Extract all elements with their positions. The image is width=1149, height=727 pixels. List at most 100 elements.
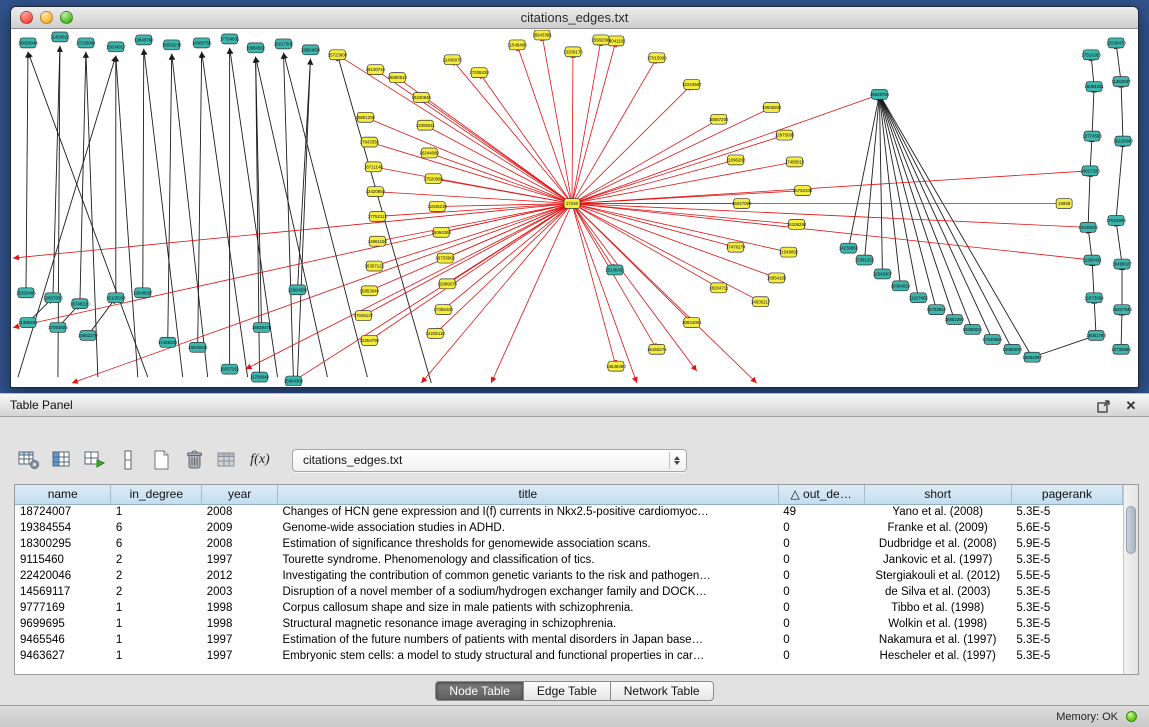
table-cell[interactable]: 2003 [202,584,278,600]
table-cell[interactable]: 5.3E-5 [1011,616,1122,632]
zoom-button[interactable] [60,11,73,24]
network-node[interactable]: 17520983 [424,174,444,184]
table-cell[interactable]: 9115460 [15,552,111,568]
table-cell[interactable]: 0 [778,648,864,664]
table-cell[interactable]: 1 [111,648,202,664]
network-node[interactable]: 11873064 [1085,293,1105,303]
table-cell[interactable]: 0 [778,584,864,600]
network-node[interactable]: 18420946 [412,92,432,102]
network-node[interactable]: 15958 [1056,199,1072,209]
table-cell[interactable]: 49 [778,504,864,520]
network-node[interactable]: 16384029 [891,281,911,291]
column-header[interactable]: short [864,485,1011,504]
network-view[interactable]: 1604110217015909122435571668720511096282… [12,30,1137,386]
network-node[interactable]: 12280431 [1082,255,1102,265]
network-node[interactable]: 15094365 [432,227,452,237]
network-node[interactable]: 17624905 [1106,215,1126,225]
table-cell[interactable]: 5.5E-5 [1011,568,1122,584]
tab-network-table[interactable]: Network Table [610,681,714,701]
table-cell[interactable]: Tourette syndrome. Phenomenology and cla… [277,552,778,568]
table-cell[interactable]: 2008 [202,536,278,552]
table-cell[interactable]: 5.3E-5 [1011,632,1122,648]
table-cell[interactable]: Estimation of significance thresholds fo… [277,536,778,552]
table-cell[interactable]: 5.3E-5 [1011,552,1122,568]
table-cell[interactable]: 0 [778,616,864,632]
network-node[interactable]: 12086934 [1002,344,1022,354]
network-node[interactable]: 16954103 [767,273,787,283]
network-node[interactable]: 17081253 [855,255,875,265]
float-panel-icon[interactable] [1095,398,1111,414]
table-cell[interactable]: 5.3E-5 [1011,504,1122,520]
network-node[interactable]: 16643381 [532,30,552,40]
network-node[interactable]: 10984562 [246,43,266,53]
table-row[interactable]: 1830029562008Estimation of significance … [15,536,1123,552]
row-height-icon[interactable] [113,446,143,474]
network-node[interactable]: 11462937 [1111,77,1131,87]
network-node[interactable]: 16929475 [252,323,272,333]
table-cell[interactable]: 0 [778,568,864,584]
table-row[interactable]: 946362711997Embryonic stem cells: a mode… [15,648,1123,664]
table-cell[interactable]: 14569117 [15,584,111,600]
network-node[interactable]: 18508204 [762,102,782,112]
network-node[interactable]: 13654098 [301,45,321,55]
network-node[interactable]: 14380759 [192,38,212,48]
network-node[interactable]: 14817320 [1080,166,1100,176]
column-header[interactable]: name [15,485,111,504]
table-cell[interactable]: 1997 [202,632,278,648]
network-node[interactable]: 16852290 [945,315,965,325]
table-row[interactable]: 911546021997Tourette syndrome. Phenomeno… [15,552,1123,568]
network-canvas-svg[interactable]: 1604110217015909122435571668720511096282… [12,30,1137,386]
table-cell[interactable]: Tibbo et al. (1998) [864,600,1011,616]
table-scrollbar-thumb[interactable] [1126,506,1136,554]
network-node[interactable]: 14230866 [839,243,859,253]
table-row[interactable]: 1872400712008Changes of HCN gene express… [15,504,1123,520]
network-node[interactable]: 17046137 [354,311,374,321]
table-cell[interactable]: Embryonic stem cells: a model to study s… [277,648,778,664]
table-row[interactable]: 1456911722003Disruption of a novel membe… [15,584,1123,600]
network-node[interactable]: 17754031 [220,34,240,44]
network-node[interactable]: 16217305 [274,39,294,49]
table-row[interactable]: 969969511998Structural magnetic resonanc… [15,616,1123,632]
network-node[interactable]: 12989074 [437,279,457,289]
tab-edge-table[interactable]: Edge Table [523,681,611,701]
table-cell[interactable]: 5.3E-5 [1011,648,1122,664]
table-cell[interactable]: Structural magnetic resonance image aver… [277,616,778,632]
table-cell[interactable]: 0 [778,600,864,616]
network-node[interactable]: 16687205 [709,114,729,124]
table-cell[interactable]: 0 [778,536,864,552]
table-cell[interactable]: 5.6E-5 [1011,520,1122,536]
network-node[interactable]: 12057833 [43,293,63,303]
delete-column-icon[interactable] [179,446,209,474]
table-cell[interactable]: 9777169 [15,600,111,616]
network-node[interactable]: 17510263 [1081,50,1101,60]
table-cell[interactable]: Yano et al. (2008) [864,504,1011,520]
network-node[interactable]: 17752112 [368,211,388,221]
network-node[interactable]: 16106294 [787,219,807,229]
table-cell[interactable]: 0 [778,520,864,536]
table-cell[interactable]: 1 [111,600,202,616]
network-node[interactable]: 14505217 [751,297,771,307]
table-cell[interactable]: 0 [778,552,864,568]
network-node[interactable]: 11549408 [508,40,528,50]
network-node[interactable]: 13468025 [963,325,983,335]
network-node[interactable]: 16037251 [220,364,240,374]
network-node[interactable]: 12938470 [1106,38,1126,48]
network-node[interactable]: 11927465 [909,293,929,303]
column-header[interactable]: in_degree [111,485,202,504]
table-cell[interactable]: 5.9E-5 [1011,536,1122,552]
network-node[interactable]: 15320486 [16,288,36,298]
network-node[interactable]: 12730596 [1111,344,1131,354]
table-cell[interactable]: 1998 [202,600,278,616]
network-node[interactable]: 17240566 [983,334,1003,344]
network-node[interactable]: 12840667 [133,288,153,298]
table-cell[interactable]: de Silva et al. (2003) [864,584,1011,600]
network-node[interactable]: 16155275 [647,344,667,354]
table-cell[interactable]: 1 [111,632,202,648]
column-header[interactable]: pagerank [1011,485,1122,504]
network-node[interactable]: 15934087 [1022,352,1042,362]
table-cell[interactable]: 2012 [202,568,278,584]
table-cell[interactable]: 2009 [202,520,278,536]
network-node[interactable]: 11549092 [779,247,799,257]
network-node[interactable]: 12549307 [873,269,893,279]
minimize-button[interactable] [40,11,53,24]
